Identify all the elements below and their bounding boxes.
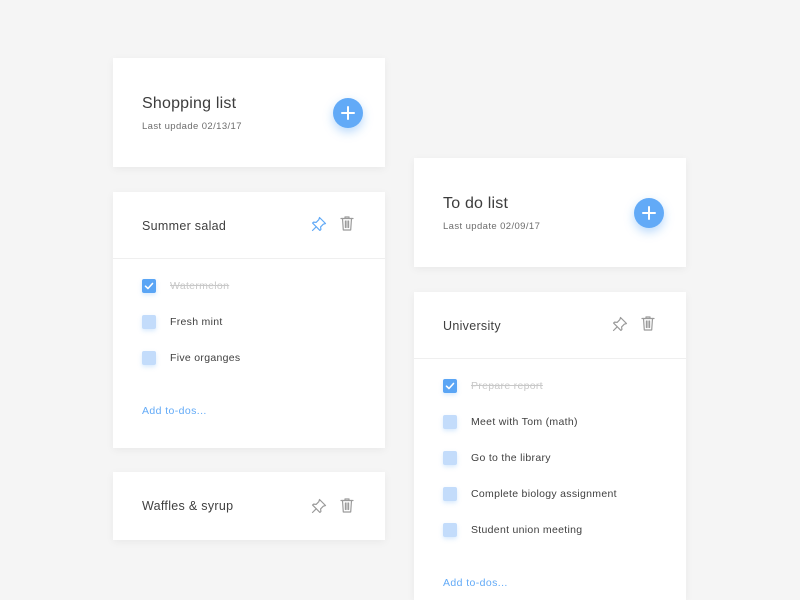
- waffles-syrup-card: Waffles & syrup: [113, 472, 385, 540]
- checkbox[interactable]: [443, 415, 457, 429]
- checkbox[interactable]: [443, 487, 457, 501]
- todo-list-last-update: Last update 02/09/17: [443, 221, 541, 232]
- summer-salad-card: Summer salad Watermelon Fresh mint Five …: [113, 192, 385, 448]
- add-list-item-button[interactable]: [634, 198, 664, 228]
- section-header: University: [414, 292, 686, 359]
- todo-list-header-card: To do list Last update 02/09/17: [414, 158, 686, 267]
- list-item-label: Student union meeting: [471, 524, 583, 536]
- checkbox[interactable]: [443, 523, 457, 537]
- section-title-waffles-syrup: Waffles & syrup: [142, 499, 234, 513]
- shopping-list-header-card: Shopping list Last updade 02/13/17: [113, 58, 385, 167]
- checkbox[interactable]: [142, 351, 156, 365]
- list-item-label: Five organges: [170, 352, 241, 364]
- list-item-label: Watermelon: [170, 280, 230, 292]
- section-title-university: University: [443, 319, 501, 333]
- list-item[interactable]: Complete biology assignment: [443, 486, 617, 502]
- list-item[interactable]: Student union meeting: [443, 522, 582, 538]
- checkbox[interactable]: [142, 315, 156, 329]
- plus-icon: [341, 106, 355, 120]
- university-card: University Prepare report Meet with Tom …: [414, 292, 686, 600]
- pin-icon[interactable]: [310, 215, 328, 233]
- checkbox[interactable]: [443, 451, 457, 465]
- add-todos-link[interactable]: Add to-dos...: [443, 577, 508, 589]
- shopping-list-last-update: Last updade 02/13/17: [142, 121, 242, 132]
- list-item-label: Meet with Tom (math): [471, 416, 578, 428]
- trash-icon[interactable]: [338, 496, 356, 514]
- trash-icon[interactable]: [338, 214, 356, 232]
- shopping-list-title: Shopping list: [142, 95, 237, 112]
- list-item[interactable]: Watermelon: [142, 278, 229, 294]
- checkbox-checked[interactable]: [142, 279, 156, 293]
- list-item[interactable]: Prepare report: [443, 378, 543, 394]
- section-header: Summer salad: [113, 192, 385, 259]
- plus-icon: [642, 206, 656, 220]
- checkbox-checked[interactable]: [443, 379, 457, 393]
- list-item-label: Complete biology assignment: [471, 488, 617, 500]
- list-item-label: Fresh mint: [170, 316, 223, 328]
- list-item[interactable]: Fresh mint: [142, 314, 223, 330]
- todo-list-title: To do list: [443, 195, 509, 212]
- pin-icon[interactable]: [611, 315, 629, 333]
- check-icon: [445, 382, 455, 390]
- add-todos-link[interactable]: Add to-dos...: [142, 405, 207, 417]
- list-item-label: Go to the library: [471, 452, 551, 464]
- trash-icon[interactable]: [639, 314, 657, 332]
- list-item[interactable]: Go to the library: [443, 450, 551, 466]
- section-title-summer-salad: Summer salad: [142, 219, 227, 233]
- check-icon: [144, 282, 154, 290]
- pin-icon[interactable]: [310, 497, 328, 515]
- list-item[interactable]: Five organges: [142, 350, 240, 366]
- list-item-label: Prepare report: [471, 380, 543, 392]
- add-list-item-button[interactable]: [333, 98, 363, 128]
- list-item[interactable]: Meet with Tom (math): [443, 414, 578, 430]
